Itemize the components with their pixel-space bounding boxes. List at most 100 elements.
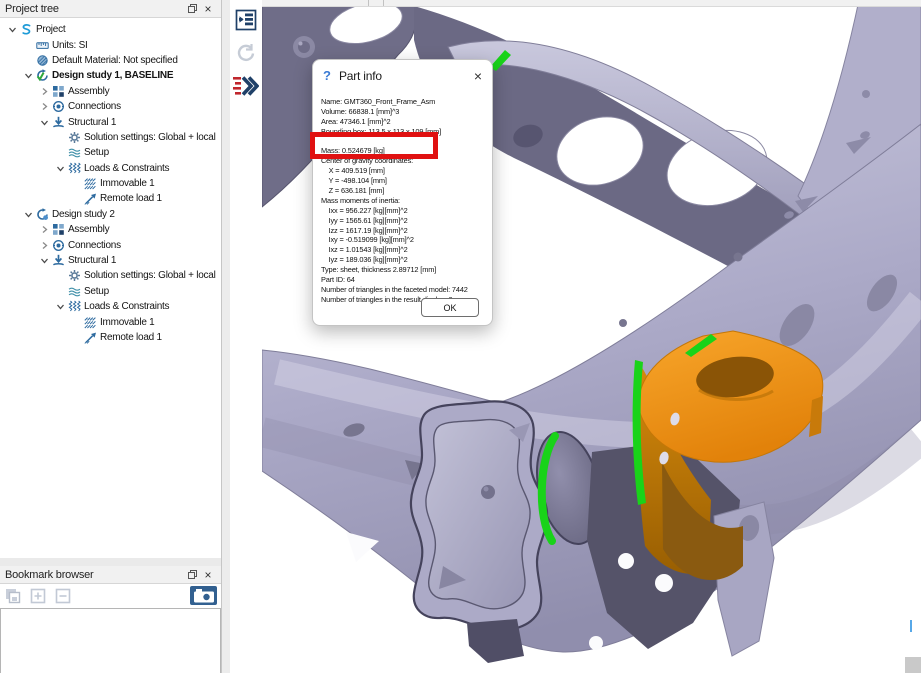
part-info-line: Type: sheet, thickness 2.89712 [mm] [321, 265, 489, 275]
tree-item-label: Remote load 1 [100, 332, 162, 343]
close-panel-icon[interactable]: × [200, 2, 216, 16]
chevron-right-icon[interactable] [38, 102, 51, 111]
help-icon: ? [323, 68, 331, 83]
run-all-icon[interactable] [233, 74, 259, 98]
chevron-right-icon[interactable] [38, 87, 51, 96]
tree-item-label: Setup [84, 147, 109, 158]
chevron-down-icon[interactable] [54, 164, 67, 173]
immovable-icon [83, 316, 97, 329]
part-info-header: ? Part info × [313, 60, 492, 83]
tree-item[interactable]: Structural 1 [0, 114, 221, 129]
tree-item[interactable]: Project [0, 22, 221, 37]
tree-item-label: Remote load 1 [100, 193, 162, 204]
part-info-line: Name: GMT360_Front_Frame_Asm [321, 97, 489, 107]
chevron-down-icon[interactable] [22, 210, 35, 219]
part-info-line: Iyy = 1565.61 [kg][mm]^2 [321, 216, 489, 226]
tree-item[interactable]: Assembly [0, 222, 221, 237]
tree-item[interactable]: Immovable 1 [0, 176, 221, 191]
close-panel-icon[interactable]: × [200, 568, 216, 582]
project-tree-title: Project tree [5, 3, 184, 15]
design-study-baseline-icon [35, 69, 49, 82]
tree-item[interactable]: Connections [0, 99, 221, 114]
copy-bookmarks-icon[interactable] [4, 587, 22, 605]
project-tree-panel: Project tree × Project Units: SI Default M… [0, 0, 221, 558]
tree-item[interactable]: Solution settings: Global + local [0, 268, 221, 283]
panel-splitter[interactable] [0, 558, 221, 566]
loads-constraints-icon [67, 162, 81, 175]
remove-bookmark-icon[interactable] [54, 587, 72, 605]
connections-icon [51, 100, 65, 113]
simcenter-logo-icon [19, 23, 33, 36]
tree-item-label: Units: SI [52, 40, 88, 51]
setup-icon [67, 285, 81, 298]
chevron-down-icon[interactable] [22, 71, 35, 80]
tree-item[interactable]: Setup [0, 145, 221, 160]
tree-item[interactable]: Design study 2 [0, 207, 221, 222]
chevron-down-icon[interactable] [38, 256, 51, 265]
chevron-down-icon[interactable] [6, 25, 19, 34]
tree-item-label: Assembly [68, 86, 109, 97]
add-bookmark-icon[interactable] [29, 587, 47, 605]
tree-item-label: Structural 1 [68, 117, 116, 128]
refresh-icon[interactable] [233, 41, 259, 65]
tree-item[interactable]: Immovable 1 [0, 314, 221, 329]
camera-icon[interactable] [190, 586, 217, 605]
chevron-right-icon[interactable] [38, 241, 51, 250]
bookmark-browser-panel: Bookmark browser × [0, 566, 221, 673]
chevron-down-icon[interactable] [38, 118, 51, 127]
tree-item[interactable]: Structural 1 [0, 253, 221, 268]
tree-item[interactable]: Assembly [0, 84, 221, 99]
show-panel-icon[interactable] [233, 8, 259, 32]
part-info-line: Part ID: 64 [321, 275, 489, 285]
solution-settings-icon [67, 131, 81, 144]
tree-item-label: Structural 1 [68, 255, 116, 266]
tree-item[interactable]: Solution settings: Global + local [0, 130, 221, 145]
units-icon [35, 39, 49, 52]
tree-item-label: Default Material: Not specified [52, 55, 178, 66]
mass-highlight-annotation [310, 132, 438, 159]
tree-item-label: Immovable 1 [100, 317, 155, 328]
close-icon[interactable]: × [474, 69, 482, 83]
part-info-line: Mass moments of inertia: [321, 196, 489, 206]
tree-item[interactable]: Remote load 1 [0, 191, 221, 206]
tree-item-label: Assembly [68, 224, 109, 235]
bookmark-toolbar [0, 584, 221, 608]
tree-item[interactable]: Loads & Constraints [0, 161, 221, 176]
tree-item[interactable]: Units: SI [0, 37, 221, 52]
tree-item-label: Design study 1, BASELINE [52, 70, 173, 81]
setup-icon [67, 146, 81, 159]
tree-item-label: Solution settings: Global + local [84, 270, 216, 281]
rail-end-cap[interactable] [411, 401, 547, 663]
bookmark-list[interactable] [0, 608, 221, 673]
viewport-toolbar [230, 0, 262, 673]
immovable-icon [83, 177, 97, 190]
chevron-down-icon[interactable] [54, 302, 67, 311]
structural-icon [51, 254, 65, 267]
graphics-viewport[interactable]: ? Part info × Name: GMT360_Front_Frame_A… [262, 0, 921, 673]
part-info-line: X = 409.519 [mm] [321, 166, 489, 176]
viewport-top-strip [262, 0, 921, 7]
ok-button[interactable]: OK [421, 298, 479, 317]
tree-item[interactable]: Remote load 1 [0, 330, 221, 345]
float-panel-icon[interactable] [184, 2, 200, 16]
tree-item[interactable]: Connections [0, 237, 221, 252]
project-tree-body[interactable]: Project Units: SI Default Material: Not sp… [0, 18, 221, 558]
assembly-icon [51, 85, 65, 98]
tree-item-label: Setup [84, 286, 109, 297]
left-dock: Project tree × Project Units: SI Default M… [0, 0, 222, 673]
connections-icon [51, 239, 65, 252]
material-icon [35, 54, 49, 67]
float-panel-icon[interactable] [184, 568, 200, 582]
part-info-line: Iyz = 189.036 [kg][mm]^2 [321, 255, 489, 265]
part-info-line: Z = 636.181 [mm] [321, 186, 489, 196]
tree-item[interactable]: Design study 1, BASELINE [0, 68, 221, 83]
tree-item[interactable]: Loads & Constraints [0, 299, 221, 314]
tree-item[interactable]: Setup [0, 284, 221, 299]
chevron-right-icon[interactable] [38, 225, 51, 234]
tree-item[interactable]: Default Material: Not specified [0, 53, 221, 68]
part-info-line: Izz = 1617.19 [kg][mm]^2 [321, 226, 489, 236]
part-info-line: Ixz = 1.01543 [kg][mm]^2 [321, 245, 489, 255]
part-info-line: Y = -498.104 [mm] [321, 176, 489, 186]
bookmark-browser-header: Bookmark browser × [0, 566, 221, 584]
bracket-leg[interactable] [714, 502, 774, 656]
